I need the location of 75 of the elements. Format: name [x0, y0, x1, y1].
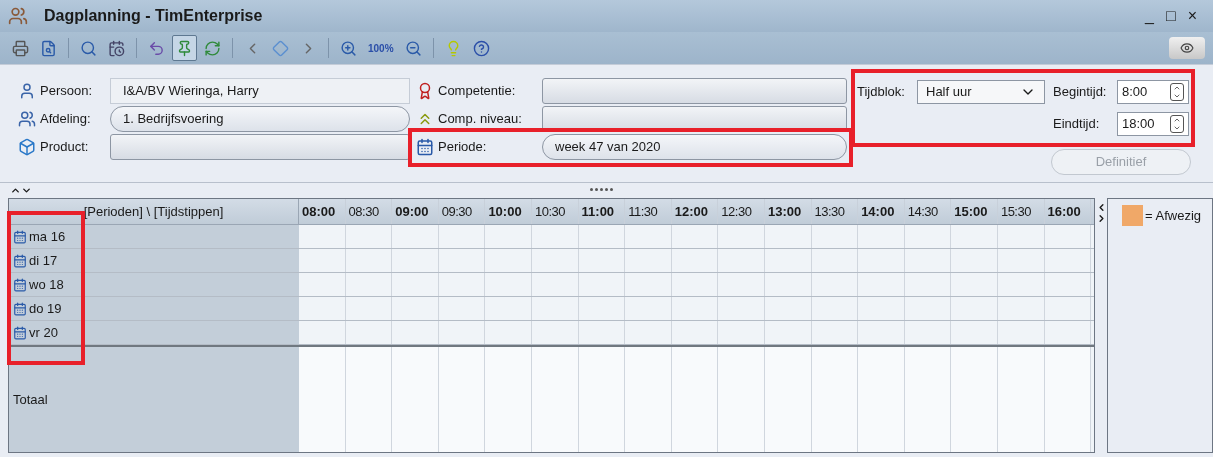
window-control[interactable]: □ — [1166, 4, 1176, 28]
zoom-reset-button[interactable]: 100% — [364, 35, 398, 61]
time-spinner[interactable]: 18:00 — [1117, 112, 1189, 136]
toolbar-button[interactable] — [172, 35, 197, 61]
field-label: Comp. niveau: — [438, 110, 523, 129]
time-header: 12:00 — [671, 199, 719, 224]
time-header: 10:00 — [485, 199, 532, 224]
spinner-icon — [1170, 115, 1184, 133]
field-label: Tijdblok: — [857, 83, 906, 102]
eye-button[interactable] — [1169, 37, 1205, 59]
time-header: 13:00 — [764, 199, 812, 224]
time-header: 09:30 — [438, 199, 486, 224]
total-label: Totaal — [13, 390, 48, 409]
diamond-icon — [272, 39, 289, 57]
time-header: 14:30 — [904, 199, 952, 224]
corner-header: [Perioden] \ [Tijdstippen] — [9, 199, 299, 224]
time-header: 15:30 — [997, 199, 1045, 224]
grip-icon — [590, 188, 613, 191]
time-header: 11:30 — [625, 199, 672, 224]
zoom-out-icon — [404, 39, 422, 57]
person-icon — [18, 82, 36, 100]
day-label: di 17 — [29, 251, 58, 270]
window-control[interactable]: _ — [1145, 4, 1154, 28]
people-icon — [18, 110, 36, 128]
preview-icon — [40, 39, 57, 57]
field-label: Persoon: — [40, 82, 94, 101]
time-header: 16:00 — [1044, 199, 1092, 224]
time-header: 12:30 — [718, 199, 765, 224]
time-header: 10:30 — [531, 199, 579, 224]
help-icon — [472, 39, 490, 57]
zoom-in-icon — [340, 39, 357, 57]
calendar-icon — [13, 253, 27, 268]
window-title: Dagplanning - TimEnterprise — [44, 6, 263, 26]
time-spinner[interactable]: 8:00 — [1117, 80, 1189, 104]
input-field[interactable] — [110, 134, 410, 160]
cube-icon — [18, 138, 36, 156]
time-header: 08:00 — [299, 199, 346, 224]
field-label: Competentie: — [438, 82, 517, 101]
time-header: 13:30 — [811, 199, 859, 224]
legend-label: = Afwezig — [1145, 206, 1201, 225]
field-label: Periode: — [438, 138, 488, 157]
time-header: 11:00 — [578, 199, 626, 224]
eye-icon — [1180, 41, 1194, 55]
time-header: 15:00 — [951, 199, 998, 224]
dropdown[interactable]: Half uur — [917, 80, 1045, 104]
printer-icon — [12, 39, 29, 57]
time-header: 14:00 — [858, 199, 905, 224]
field-label: Product: — [40, 138, 90, 157]
time-header: 08:30 — [345, 199, 393, 224]
day-label: ma 16 — [29, 227, 66, 246]
day-label: vr 20 — [29, 323, 58, 342]
calendar-icon — [13, 301, 27, 316]
input-field[interactable]: I&A/BV Wieringa, Harry — [110, 78, 410, 104]
calendar-icon — [416, 138, 434, 156]
calendar-icon — [13, 277, 27, 292]
refresh-icon — [204, 39, 221, 57]
pin-icon — [176, 39, 193, 57]
calendar-icon — [13, 325, 27, 340]
clock-icon — [108, 39, 125, 57]
app-icon — [8, 6, 28, 26]
time-header: 09:00 — [392, 199, 439, 224]
spinner-icon — [1170, 83, 1184, 101]
input-field[interactable] — [542, 78, 847, 104]
collapse-icon — [10, 185, 32, 196]
field-label: Eindtijd: — [1053, 115, 1101, 134]
field-label: Begintijd: — [1053, 83, 1108, 102]
window-control[interactable]: × — [1187, 4, 1197, 28]
day-label: do 19 — [29, 299, 62, 318]
search-icon — [80, 39, 97, 57]
input-field[interactable]: week 47 van 2020 — [542, 134, 847, 160]
calendar-icon — [13, 229, 27, 244]
day-label: wo 18 — [29, 275, 64, 294]
field-label: Afdeling: — [40, 110, 92, 129]
input-field[interactable]: 1. Bedrijfsvoering — [110, 106, 410, 132]
undo-icon — [148, 39, 165, 57]
